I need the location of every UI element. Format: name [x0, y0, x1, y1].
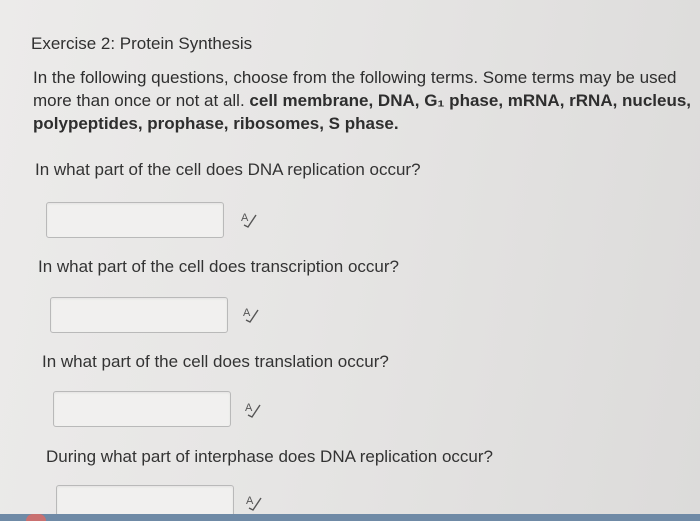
svg-text:A: A	[245, 402, 253, 414]
question-2-answer-input[interactable]	[50, 297, 228, 333]
question-1-answer-input[interactable]	[46, 202, 224, 238]
bottom-marker	[26, 514, 46, 521]
bottom-toolbar	[0, 514, 700, 521]
question-3-text: In what part of the cell does translatio…	[42, 352, 389, 371]
question-2-text: In what part of the cell does transcript…	[38, 257, 399, 276]
exercise-instructions: In the following questions, choose from …	[33, 66, 695, 135]
spellcheck-icon[interactable]: A	[241, 305, 261, 323]
question-3-answer-input[interactable]	[53, 391, 231, 427]
svg-text:A: A	[243, 307, 251, 319]
exercise-page: Exercise 2: Protein Synthesis In the fol…	[0, 0, 700, 521]
spellcheck-icon[interactable]: A	[244, 493, 264, 511]
svg-text:A: A	[241, 212, 249, 224]
exercise-title: Exercise 2: Protein Synthesis	[31, 34, 253, 53]
question-4-text: During what part of interphase does DNA …	[46, 447, 493, 466]
spellcheck-icon[interactable]: A	[239, 210, 259, 228]
question-1-text: In what part of the cell does DNA replic…	[35, 160, 421, 179]
svg-text:A: A	[246, 495, 254, 507]
spellcheck-icon[interactable]: A	[243, 400, 263, 418]
